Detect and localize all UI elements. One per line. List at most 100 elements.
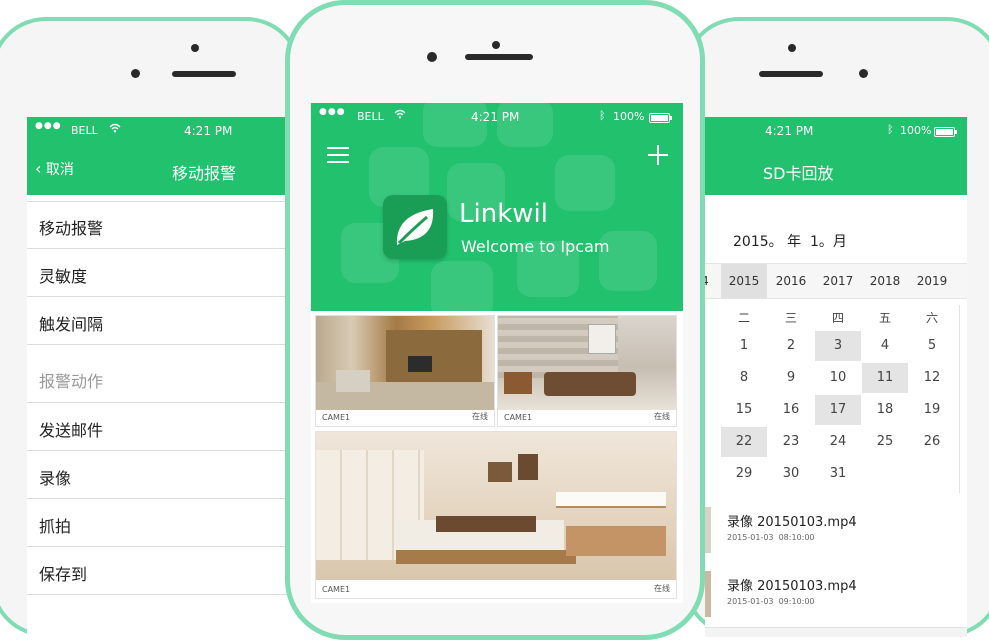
weekday-label: 二 [737,311,750,325]
list-item-label: 灵敏度 [39,267,88,286]
calendar-day-has-recording[interactable]: 22 [721,427,767,457]
signal-dots-icon: ●●● [319,107,346,117]
status-bar: ●●● BELL 4:21 PM [27,117,297,145]
calendar-day[interactable]: 31 [815,459,861,489]
list-item[interactable]: 抓拍 [27,500,297,547]
calendar-day[interactable]: 10 [815,363,861,393]
date-picker[interactable]: 2015。 年 1。月 [733,231,847,251]
recording-title: 录像 20150103.mp4 [727,515,857,530]
year-tab[interactable]: 2019 [912,274,952,288]
weekday-label: 六 [925,311,938,325]
status-time: 4:21 PM [184,124,233,138]
calendar-day[interactable]: 4 [862,331,908,361]
list-item-label: 触发间隔 [39,315,104,334]
chevron-left-icon: ‹ [35,159,42,178]
calendar-day[interactable]: 25 [862,427,908,457]
proximity-sensor [788,44,796,52]
list-item[interactable]: 灵敏度 [27,250,297,297]
recording-item[interactable]: 录像 20150103.mp4 2015-01-03 09:10:00 [705,563,967,628]
calendar-day[interactable]: 15 [721,395,767,425]
calendar-day[interactable]: 26 [909,427,955,457]
calendar-day[interactable]: 29 [721,459,767,489]
calendar-day[interactable]: 16 [768,395,814,425]
calendar-day-has-recording[interactable]: 11 [862,363,908,393]
bg-tile [431,261,493,311]
right-screen: 4:21 PM ᛒ 100% SD卡回放 2015。 年 1。月 4 2015 … [705,117,967,637]
calendar-day-has-recording[interactable]: 17 [815,395,861,425]
welcome-text: Welcome to Ipcam [461,237,610,256]
camera-name: CAME1 [322,413,351,422]
bg-tile [555,155,615,211]
list-item[interactable]: 录像 [27,452,297,499]
calendar-day[interactable]: 9 [768,363,814,393]
calendar-day-has-recording[interactable]: 3 [815,331,861,361]
wifi-icon [109,122,121,136]
calendar-day[interactable]: 19 [909,395,955,425]
list-item-label: 移动报警 [39,219,104,238]
bluetooth-icon: ᛒ [599,109,606,122]
camera-card[interactable]: CAME1 在线 [315,315,495,427]
page-title: SD卡回放 [763,164,834,183]
recording-time: 2015-01-03 08:10:00 [727,533,815,542]
app-logo [383,195,447,259]
status-time: 4:21 PM [765,124,814,138]
weekday-label: 五 [878,311,891,325]
recording-time: 2015-01-03 09:10:00 [727,597,815,606]
camera-name: CAME1 [322,585,351,594]
list-item[interactable]: 移动报警 [27,202,297,249]
recording-list: 录像 20150103.mp4 2015-01-03 08:10:00 录像 2… [705,499,967,637]
list-item[interactable]: 触发间隔 [27,298,297,345]
camera-status: 在线 [654,412,670,421]
status-bar: ●●● BELL 4:21 PM ᛒ 100% [311,103,683,131]
section-header-label: 报警动作 [39,372,104,391]
camera-card[interactable]: CAME1 在线 [315,431,677,599]
calendar-day[interactable]: 24 [815,427,861,457]
list-item[interactable]: 发送邮件 [27,404,297,451]
earpiece-speaker [759,71,823,77]
left-screen: ●●● BELL 4:21 PM ‹ 取消 移动报警 移动报警 灵敏度 触发间隔… [27,117,297,637]
camera-name: CAME1 [504,413,533,422]
year-tab-selected[interactable]: 2015 [721,264,767,298]
app-name: Linkwil [459,199,548,229]
camera-preview [316,432,676,580]
hamburger-menu-icon[interactable] [327,147,349,163]
signal-dots-icon: ●●● [35,121,62,131]
earpiece-speaker [465,54,533,60]
calendar-day[interactable]: 18 [862,395,908,425]
calendar-day[interactable]: 5 [909,331,955,361]
camera-card[interactable]: CAME1 在线 [497,315,677,427]
leaf-icon [396,209,434,245]
calendar-day[interactable]: 2 [768,331,814,361]
add-icon[interactable] [648,145,668,165]
back-button[interactable]: ‹ 取消 [35,159,74,179]
recording-thumbnail [705,507,711,553]
list-item-label: 保存到 [39,565,88,584]
battery-percent: 100% [613,110,645,123]
year-tab[interactable]: 2018 [865,274,905,288]
right-phone: 4:21 PM ᛒ 100% SD卡回放 2015。 年 1。月 4 2015 … [683,17,989,637]
recording-item[interactable]: 录像 20150103.mp4 2015-01-03 08:10:00 [705,499,967,564]
calendar-day[interactable]: 30 [768,459,814,489]
carrier-label: BELL [357,110,384,123]
earpiece-speaker [172,71,236,77]
calendar-day[interactable]: 8 [721,363,767,393]
calendar-day[interactable]: 23 [768,427,814,457]
year-tab[interactable]: 2016 [771,274,811,288]
battery-icon [934,126,958,140]
left-phone: ●●● BELL 4:21 PM ‹ 取消 移动报警 移动报警 灵敏度 触发间隔… [0,17,302,637]
calendar-day[interactable]: 12 [909,363,955,393]
camera-preview [316,316,494,410]
proximity-sensor [191,44,199,52]
weekday-label: 四 [831,311,844,325]
front-camera [427,52,437,62]
battery-percent: 100% [900,124,932,137]
calendar-day[interactable]: 1 [721,331,767,361]
page-title: 移动报警 [172,164,237,183]
back-label: 取消 [45,162,74,178]
list-item[interactable]: 保存到 [27,548,297,595]
list-item-label: 录像 [39,469,72,488]
proximity-sensor [492,41,500,49]
year-tab[interactable]: 2017 [818,274,858,288]
status-time: 4:21 PM [471,110,520,124]
wifi-icon [394,108,406,122]
